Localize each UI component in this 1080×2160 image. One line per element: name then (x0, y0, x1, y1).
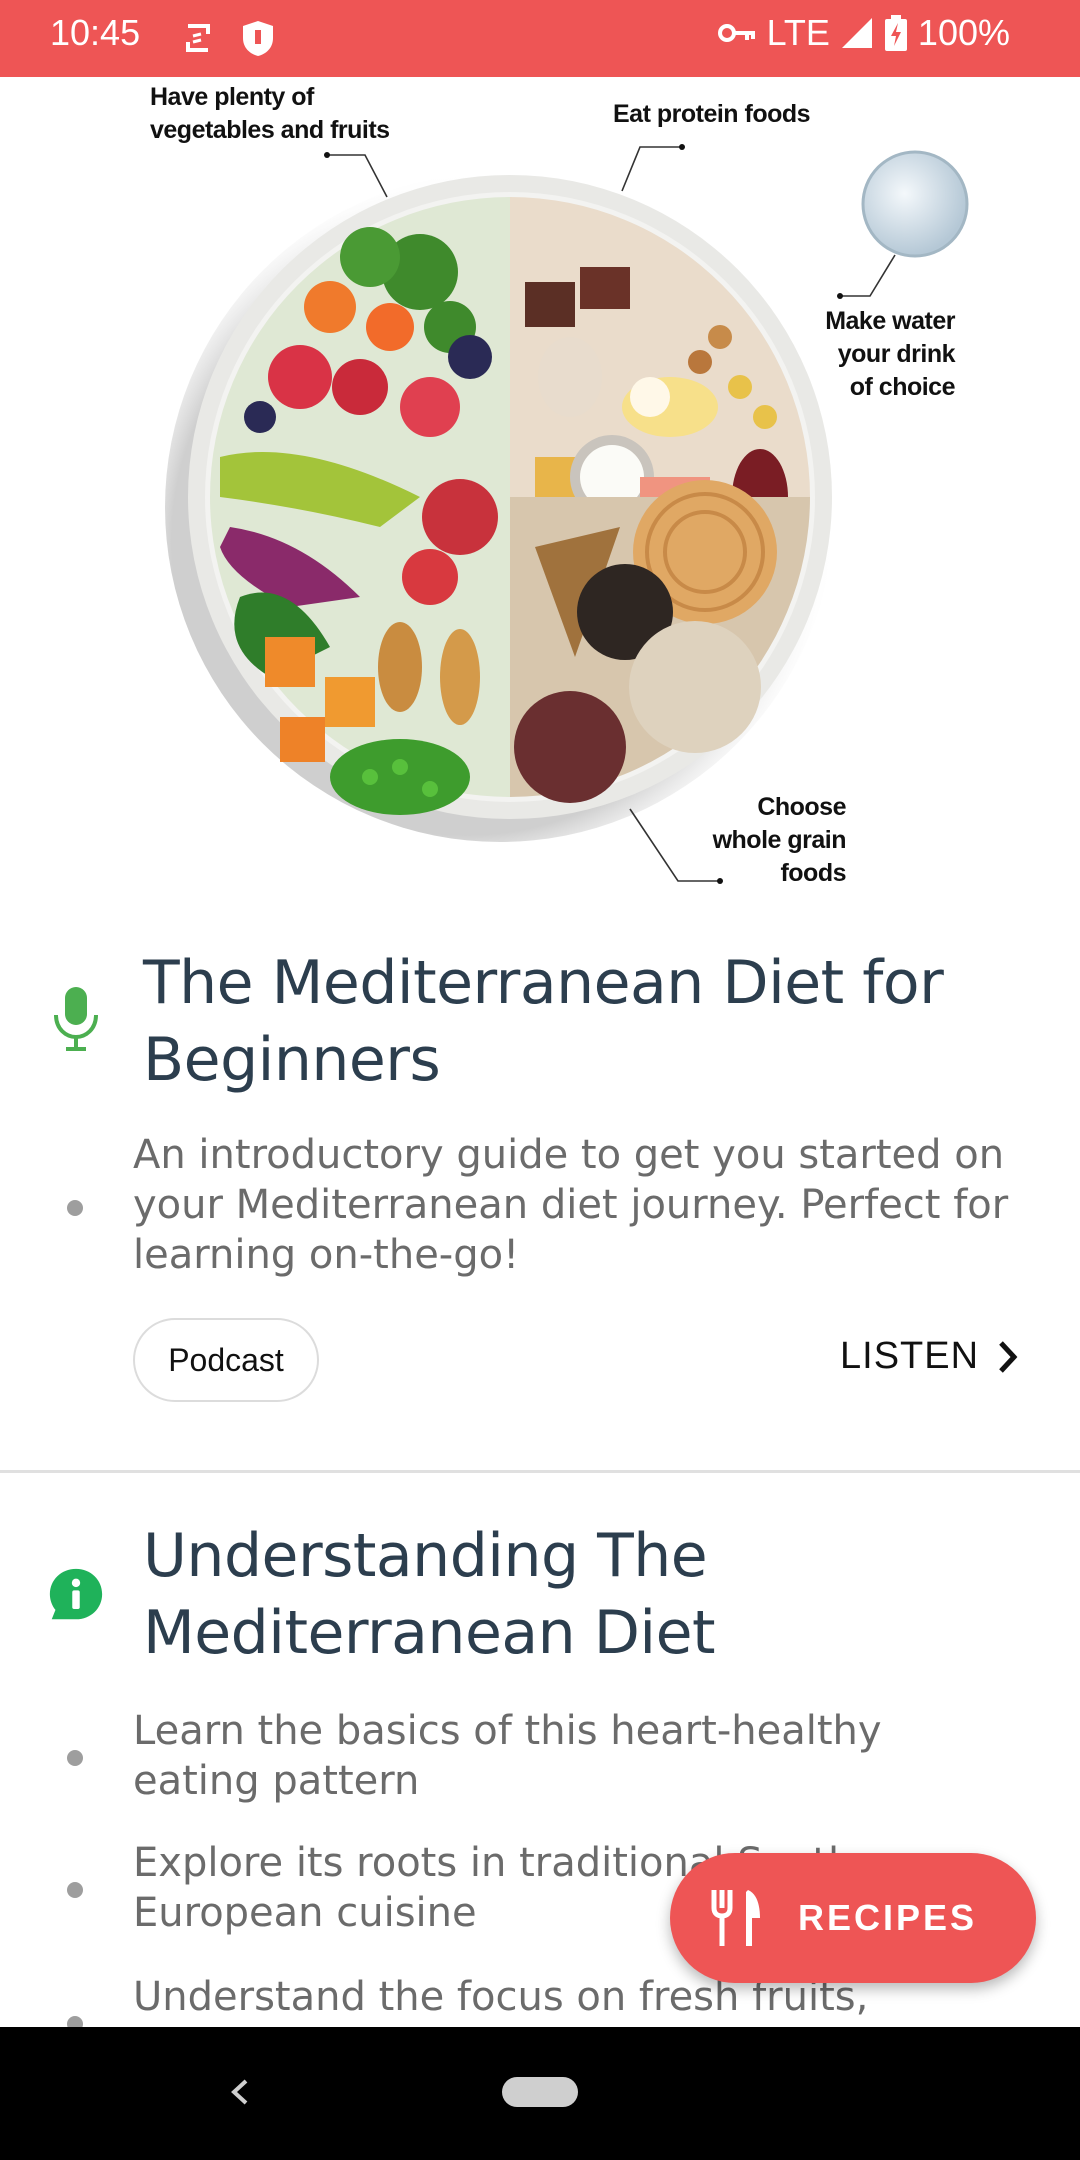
plate-illustration (165, 144, 969, 884)
network-type: LTE (766, 12, 830, 53)
status-bar: 10:45 LTE 100% (0, 0, 1080, 77)
home-pill-icon[interactable] (502, 2077, 578, 2107)
bullet-text: Learn the basics of this heart-healthy e… (133, 1708, 882, 1804)
chevron-right-icon (999, 1340, 1018, 1373)
battery-charging-icon (884, 15, 907, 51)
battery-level: 100% (917, 12, 1010, 53)
shield-icon (243, 21, 273, 56)
bullet-dot (67, 1882, 83, 1898)
recipes-fab[interactable]: RECIPES (670, 1853, 1036, 1983)
label-protein: Eat protein foods (613, 100, 811, 128)
label-vegetables: Have plenty of vegetables and fruits (150, 83, 390, 144)
divider (0, 1470, 1080, 1473)
bullet-dot (67, 1200, 83, 1216)
microphone-icon (54, 987, 98, 1051)
recipes-label: RECIPES (798, 1897, 978, 1938)
system-nav-bar (0, 2027, 1080, 2160)
bullet-text: An introductory guide to get you started… (133, 1132, 1009, 1278)
listen-label: LISTEN (840, 1335, 980, 1377)
card-title: The Mediterranean Diet for Beginners (143, 948, 944, 1095)
label-grains: Choose whole grain foods (712, 793, 847, 887)
sync-icon (186, 24, 210, 52)
info-chat-icon (49, 1568, 103, 1620)
status-right: LTE 100% (717, 12, 1010, 54)
listen-button[interactable]: LISTEN (840, 1335, 1019, 1378)
food-guide-plate-image: Have plenty of vegetables and fruits Eat… (0, 77, 1080, 900)
fork-knife-icon (711, 1890, 760, 1946)
card-title: Understanding The Mediterranean Diet (143, 1521, 716, 1668)
vpn-key-icon (717, 24, 755, 42)
status-time: 10:45 (50, 12, 141, 53)
category-chip[interactable]: Podcast (133, 1318, 319, 1402)
signal-icon (841, 18, 872, 48)
back-icon[interactable] (222, 2067, 258, 2117)
label-water: Make water your drink of choice (825, 307, 955, 401)
bullet-dot (67, 1750, 83, 1766)
